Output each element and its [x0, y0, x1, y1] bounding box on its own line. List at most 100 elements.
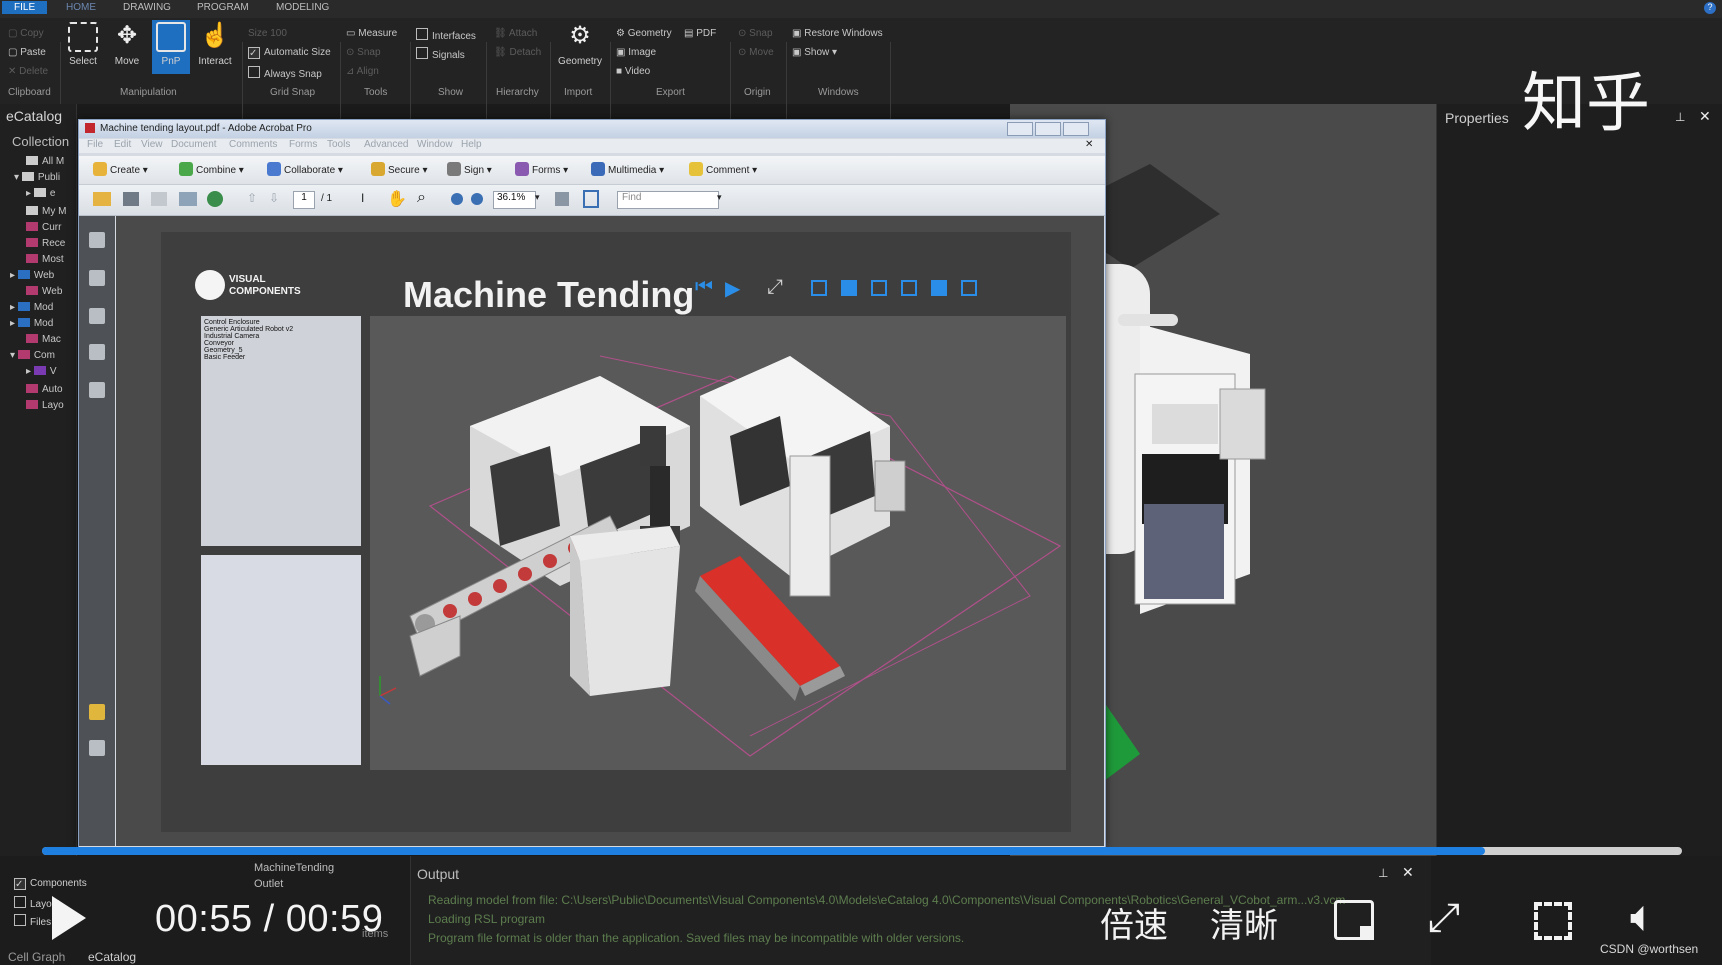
- snap-button[interactable]: ⊙ Snap: [346, 47, 381, 58]
- comment-button[interactable]: Comment ▾: [689, 162, 757, 176]
- web-icon[interactable]: [207, 191, 223, 207]
- zoom-tool-icon[interactable]: ⌕: [417, 189, 426, 207]
- attach-button[interactable]: ⛓ Attach: [494, 28, 537, 39]
- secure-button[interactable]: Secure ▾: [371, 162, 428, 176]
- menu-edit[interactable]: Edit: [114, 139, 131, 150]
- tab-program[interactable]: PROGRAM: [197, 2, 249, 13]
- collection-item[interactable]: ▾ Publi: [14, 172, 60, 183]
- component-item[interactable]: Generic Articulated Robot v2: [204, 326, 358, 333]
- view-cube-icon[interactable]: [961, 280, 977, 296]
- always-snap-checkbox[interactable]: Always Snap: [248, 66, 322, 80]
- component-item[interactable]: Basic Feeder: [204, 354, 358, 361]
- open-icon[interactable]: [93, 192, 111, 206]
- collection-item[interactable]: ▸ Mod: [10, 302, 53, 313]
- forms-button[interactable]: Forms ▾: [515, 162, 568, 176]
- layers-icon[interactable]: [89, 308, 105, 324]
- component-item[interactable]: Conveyor: [204, 340, 358, 347]
- interfaces-checkbox[interactable]: Interfaces: [416, 28, 476, 42]
- view-cube-icon[interactable]: [871, 280, 887, 296]
- find-dropdown-icon[interactable]: ▾: [717, 192, 722, 203]
- view-cube-icon[interactable]: [931, 280, 947, 296]
- model-tree-icon[interactable]: [89, 382, 105, 398]
- sign-button[interactable]: Sign ▾: [447, 162, 492, 176]
- select-button[interactable]: Select: [64, 20, 102, 74]
- next-page-icon[interactable]: ⇩: [269, 191, 279, 205]
- video-progress-bar[interactable]: [42, 847, 1682, 855]
- menu-advanced[interactable]: Advanced: [364, 139, 408, 150]
- collection-item[interactable]: My M: [26, 206, 66, 217]
- zoom-level-field[interactable]: 36.1%: [493, 191, 536, 209]
- export-geometry-button[interactable]: ⚙ Geometry: [616, 28, 672, 39]
- collection-item[interactable]: ▸ Mod: [10, 318, 53, 329]
- collection-item[interactable]: Mac: [26, 334, 61, 345]
- menu-view[interactable]: View: [141, 139, 163, 150]
- speed-button[interactable]: 倍速: [1100, 898, 1168, 947]
- save-icon[interactable]: [151, 192, 167, 206]
- fullscreen-view-icon[interactable]: ⤢: [767, 276, 783, 299]
- align-button[interactable]: ⊿ Align: [346, 66, 379, 77]
- menu-help[interactable]: Help: [461, 139, 482, 150]
- files-checkbox[interactable]: Files: [14, 914, 51, 928]
- collection-item[interactable]: Web: [26, 286, 62, 297]
- pnp-button[interactable]: PnP: [152, 20, 190, 74]
- pdf-3d-view[interactable]: [370, 316, 1066, 770]
- first-view-icon[interactable]: ⏮: [695, 276, 713, 299]
- component-item[interactable]: Control Enclosure: [204, 319, 358, 326]
- component-item[interactable]: Geometry_5: [204, 347, 358, 354]
- menu-comments[interactable]: Comments: [229, 139, 277, 150]
- output-pin-icon[interactable]: ⊥: [1378, 866, 1388, 880]
- menu-document[interactable]: Document: [171, 139, 217, 150]
- copy-button[interactable]: ▢ Copy: [8, 28, 44, 39]
- menu-file[interactable]: File: [87, 139, 103, 150]
- multimedia-button[interactable]: Multimedia ▾: [591, 162, 664, 176]
- collection-item[interactable]: ▸ e: [26, 188, 55, 199]
- components-checkbox[interactable]: ✓ Components: [14, 878, 87, 890]
- zoom-dropdown-icon[interactable]: ▾: [535, 192, 540, 203]
- collection-item[interactable]: Most: [26, 254, 64, 265]
- collection-item[interactable]: All M: [26, 156, 64, 167]
- tree-item[interactable]: Outlet: [254, 878, 283, 890]
- view-cube-icon[interactable]: [811, 280, 827, 296]
- automatic-size-checkbox[interactable]: ✓ Automatic Size: [248, 47, 331, 59]
- page-number-input[interactable]: 1: [293, 191, 315, 209]
- next-view-icon[interactable]: ▶: [725, 276, 740, 301]
- collection-item[interactable]: Curr: [26, 222, 61, 233]
- view-cube-icon[interactable]: [841, 280, 857, 296]
- collection-item[interactable]: ▸ V: [26, 366, 56, 377]
- email-icon[interactable]: [179, 192, 197, 206]
- signatures-icon[interactable]: [89, 344, 105, 360]
- play-icon[interactable]: [52, 896, 86, 940]
- maximize-button[interactable]: [1035, 122, 1061, 136]
- interact-button[interactable]: ☝ Interact: [196, 20, 234, 74]
- bookmarks-icon[interactable]: [89, 270, 105, 286]
- hand-tool-icon[interactable]: ✋: [387, 189, 407, 209]
- tab-ecatalog[interactable]: eCatalog: [88, 950, 136, 964]
- signals-checkbox[interactable]: Signals: [416, 47, 465, 61]
- combine-button[interactable]: Combine ▾: [179, 162, 244, 176]
- tab-modeling[interactable]: MODELING: [276, 2, 329, 13]
- minimize-button[interactable]: [1007, 122, 1033, 136]
- collection-item[interactable]: Rece: [26, 238, 65, 249]
- view-cube-icon[interactable]: [901, 280, 917, 296]
- collection-item[interactable]: Auto: [26, 384, 63, 395]
- tab-file[interactable]: FILE: [2, 1, 48, 14]
- menu-tools[interactable]: Tools: [327, 139, 350, 150]
- menu-forms[interactable]: Forms: [289, 139, 317, 150]
- delete-button[interactable]: ✕ Delete: [8, 66, 48, 77]
- show-windows-button[interactable]: ▣ Show ▾: [792, 47, 837, 58]
- tab-drawing[interactable]: DRAWING: [123, 2, 171, 13]
- menu-window[interactable]: Window: [417, 139, 453, 150]
- select-tool-icon[interactable]: I: [361, 191, 364, 205]
- attachments-icon[interactable]: [89, 740, 105, 756]
- close-icon[interactable]: ✕: [1699, 108, 1711, 125]
- tab-cell-graph[interactable]: Cell Graph: [8, 950, 65, 964]
- create-button[interactable]: Create ▾: [93, 162, 148, 176]
- export-pdf-button[interactable]: ▤ PDF: [684, 28, 716, 39]
- fit-page-icon[interactable]: [555, 192, 569, 206]
- help-icon[interactable]: ?: [1704, 2, 1716, 14]
- find-input[interactable]: Find: [617, 191, 719, 209]
- print-icon[interactable]: [123, 192, 139, 206]
- collection-item[interactable]: ▸ Web: [10, 270, 54, 281]
- fullscreen-icon[interactable]: [1534, 902, 1572, 940]
- collaborate-button[interactable]: Collaborate ▾: [267, 162, 343, 176]
